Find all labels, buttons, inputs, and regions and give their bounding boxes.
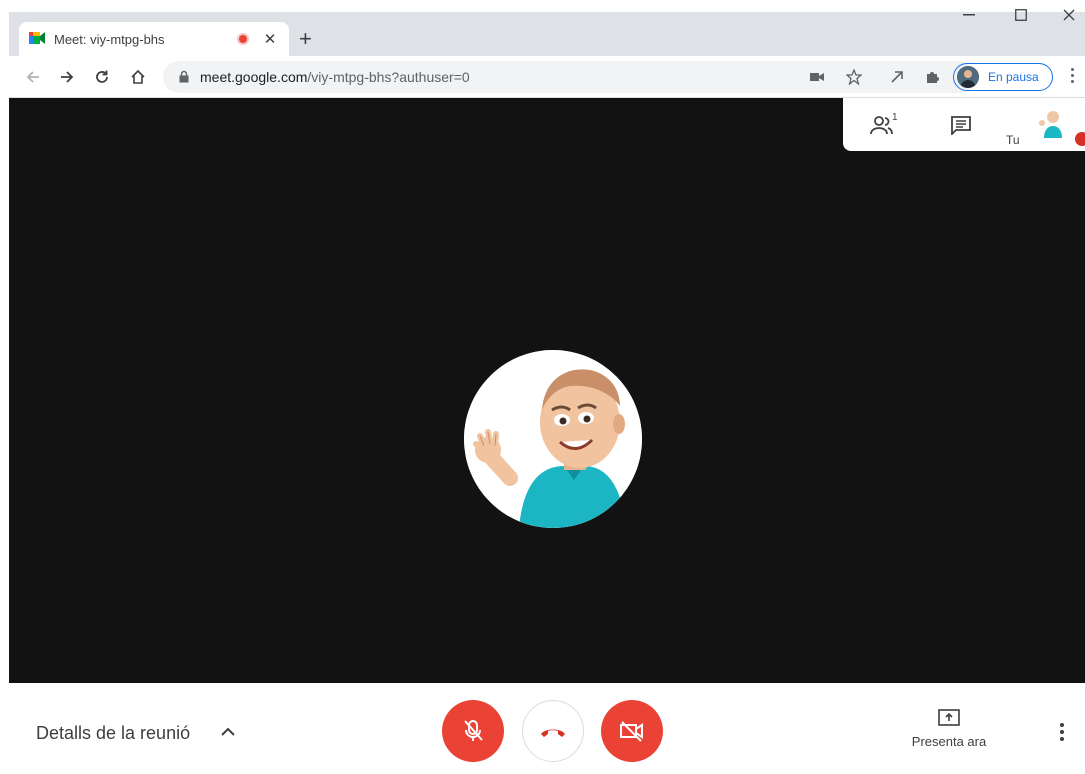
puzzle-icon[interactable]: [923, 68, 941, 86]
mic-off-icon: [464, 720, 483, 741]
people-count: 1: [892, 112, 898, 123]
profile-status: En pausa: [988, 70, 1039, 84]
present-now-button[interactable]: Presenta ara: [904, 708, 994, 749]
minimize-icon[interactable]: [946, 0, 992, 30]
more-options-icon[interactable]: [1060, 723, 1064, 744]
tab-strip: Meet: viy-mtpg-bhs ✕ +: [9, 12, 1085, 56]
profile-button[interactable]: En pausa: [953, 63, 1053, 91]
hang-up-icon: [541, 729, 565, 737]
mic-muted-badge-icon: [1075, 132, 1085, 146]
chat-icon[interactable]: [947, 112, 975, 138]
microphone-toggle-button[interactable]: [442, 700, 504, 762]
participant-avatar: [464, 350, 642, 528]
leave-call-button[interactable]: [522, 700, 584, 762]
address-bar[interactable]: meet.google.com/viy-mtpg-bhs?authuser=0: [163, 61, 975, 93]
browser-toolbar: meet.google.com/viy-mtpg-bhs?authuser=0 …: [9, 56, 1085, 98]
tab-title: Meet: viy-mtpg-bhs: [54, 31, 165, 47]
url-text: meet.google.com/viy-mtpg-bhs?authuser=0: [200, 69, 470, 85]
self-avatar: [1037, 108, 1067, 138]
home-icon[interactable]: [127, 66, 149, 88]
maximize-icon[interactable]: [998, 0, 1044, 30]
reload-icon[interactable]: [91, 66, 113, 88]
kebab-menu-icon[interactable]: [1071, 68, 1075, 86]
camera-off-icon: [620, 721, 643, 742]
recording-dot-icon: [237, 33, 249, 45]
chevron-up-icon[interactable]: [217, 721, 239, 743]
new-tab-button[interactable]: +: [299, 28, 312, 50]
forward-icon[interactable]: [56, 66, 78, 88]
present-now-label: Presenta ara: [911, 734, 987, 749]
profile-avatar: [957, 66, 979, 88]
present-screen-icon: [937, 708, 961, 728]
meeting-details-label[interactable]: Detalls de la reunió: [36, 723, 190, 744]
you-label: Tu: [1006, 133, 1020, 147]
browser-tab[interactable]: Meet: viy-mtpg-bhs ✕: [19, 22, 289, 56]
lock-icon[interactable]: [179, 70, 189, 88]
star-icon[interactable]: [845, 68, 863, 86]
meeting-top-bar: 1 Tu: [843, 98, 1085, 151]
meet-favicon: [29, 31, 45, 47]
camera-icon[interactable]: [808, 68, 826, 86]
camera-toggle-button[interactable]: [601, 700, 663, 762]
window-close-icon[interactable]: [1046, 0, 1085, 30]
back-icon[interactable]: [22, 66, 44, 88]
video-stage: 1 Tu: [9, 98, 1085, 683]
close-icon[interactable]: ✕: [261, 30, 279, 48]
screen: Meet: viy-mtpg-bhs ✕ + meet.google.com/v…: [0, 0, 1085, 774]
meeting-controls-bar: Detalls de la reunió Presenta ara: [9, 683, 1085, 774]
extension-icon[interactable]: [888, 68, 906, 86]
